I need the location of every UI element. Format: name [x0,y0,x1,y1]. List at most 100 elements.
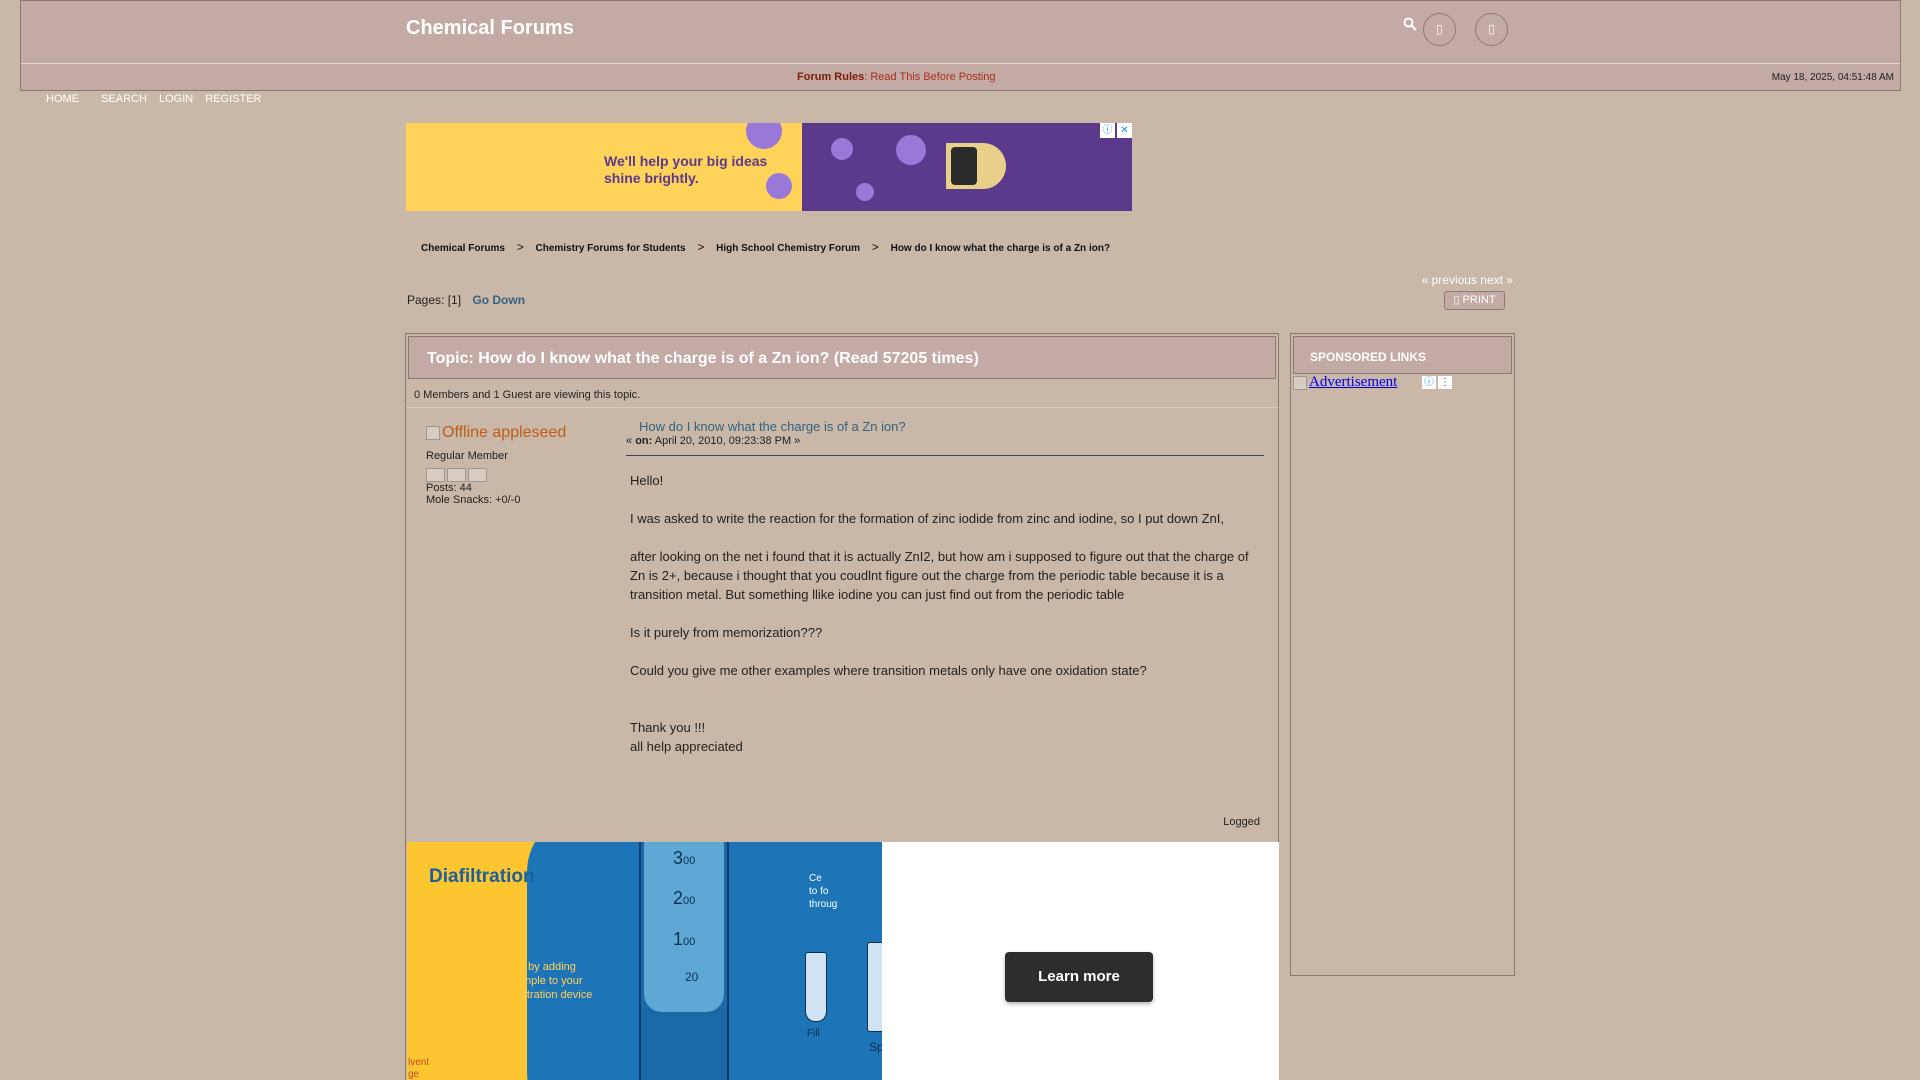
forum-rules-label[interactable]: Forum Rules [797,71,864,83]
breadcrumb-separator: > [516,240,524,254]
search-icon[interactable] [1403,17,1417,31]
ad-banner-text[interactable]: We'll help your big ideas shine brightly… [604,153,794,187]
poster-role: Regular Member [426,450,508,462]
sponsored-header-label: SPONSORED LINKS [1310,350,1427,364]
post-paragraph: Hello! [630,473,664,488]
sponsored-sidebar: SPONSORED LINKS Advertisement ⓘ ⋮ [1290,333,1515,976]
scale-label: 100 [673,929,695,950]
poster-posts: Posts: 44 [426,482,472,494]
forum-rules[interactable]: Forum Rules: Read This Before Posting [797,71,996,83]
poster-name-text[interactable]: Offline appleseed [442,424,566,442]
prev-next-links[interactable]: « previous next » [1422,273,1513,287]
post-meta-on: on: [635,435,653,447]
pagination: Pages: [1] Go Down [407,293,525,307]
post-paragraph: Is it purely from memorization??? [630,625,823,640]
breadcrumb-topic[interactable]: How do I know what the charge is of a Zn… [891,243,1110,254]
topic-panel: Topic: How do I know what the charge is … [405,333,1279,1080]
poster-info: Offline appleseed Regular Member Posts: … [426,424,566,506]
post-paragraph: after looking on the net i found that it… [630,549,1249,602]
post-rule [626,455,1264,456]
poster-name[interactable]: Offline appleseed [426,424,566,442]
ad-fill-label: Fill [807,1028,820,1039]
ad-graphic-sphere [831,138,853,160]
header-divider [21,63,1900,64]
sidebar-ad-link[interactable]: Advertisement [1293,374,1397,391]
post-body: Hello! I was asked to write the reaction… [630,471,1250,756]
scale-label: 20 [685,970,699,984]
star-icon [426,468,445,482]
nav-search[interactable]: SEARCH [101,93,147,105]
sidebar-ad-text[interactable]: Advertisement [1309,374,1397,391]
post-closing: all help appreciated [630,739,743,754]
site-header: Chemical Forums ▯ ▯ Forum Rules: Read Th… [20,0,1901,91]
post-paragraph: I was asked to write the reaction for th… [630,511,1224,526]
settings-icon[interactable]: ▯ [1475,13,1508,46]
ad-graphic-lamp-body [951,147,977,185]
breadcrumb-students[interactable]: Chemistry Forums for Students [536,243,686,254]
post-paragraph: Could you give me other examples where t… [630,663,1147,678]
scale-label-unit: 00 [683,936,696,948]
topic-title: Topic: How do I know what the charge is … [427,350,979,367]
ad-close-icon[interactable]: ✕ [1117,123,1132,138]
ad-sp-label: Sp [869,1040,882,1054]
post-meta-prefix: « [626,435,633,447]
ad-graphic-sphere [896,135,926,165]
viewing-info: 0 Members and 1 Guest are viewing this t… [414,389,641,401]
post-title[interactable]: How do I know what the charge is of a Zn… [639,419,906,434]
print-button-label: PRINT [1462,294,1496,306]
diafiltration-ad[interactable]: Diafiltration 300 200 100 20 t by adding… [407,842,1279,1080]
post-meta: « on: April 20, 2010, 09:23:38 PM » [626,435,800,447]
breadcrumb-separator: > [697,240,705,254]
ad-options-icon[interactable]: ⋮ [1438,376,1452,389]
star-icon [468,468,487,482]
topic-header: Topic: How do I know what the charge is … [408,336,1276,379]
nav-home[interactable]: HOME [46,93,79,105]
go-down-link[interactable]: Go Down [472,293,525,307]
ad-graphic-sphere [856,183,874,201]
rank-stars [426,468,566,482]
ad-banner[interactable]: We'll help your big ideas shine brightly… [406,123,1132,211]
post-divider [406,407,1278,408]
breadcrumb: Chemical Forums > Chemistry Forums for S… [421,240,1110,254]
post-date: April 20, 2010, 09:23:38 PM » [654,435,801,447]
nav-register[interactable]: REGISTER [205,93,261,105]
scale-label-value: 1 [673,929,684,949]
ad-tube-small [805,952,827,1022]
breadcrumb-separator: > [871,240,879,254]
nav-login[interactable]: LOGIN [159,93,193,105]
print-button[interactable]: ▯ PRINT [1444,291,1505,310]
ad-side-text: t by adding mple to your iltration devic… [522,961,593,1001]
star-icon [447,468,466,482]
ad-solvent-text: lvent ge [408,1057,430,1080]
breadcrumb-home[interactable]: Chemical Forums [421,243,505,254]
pages-value[interactable]: [1] [448,293,461,307]
ad-center-text: Ce to fo throug [809,873,838,910]
diafiltration-title: Diafiltration [429,866,535,887]
top-nav: HOME SEARCH LOGIN REGISTER [46,93,271,105]
scale-label-unit: 00 [683,855,696,867]
scale-label-value: 3 [673,848,684,868]
sponsored-ad-slot[interactable] [1293,374,1512,974]
scale-label: 200 [673,888,695,909]
forum-rules-text[interactable]: : Read This Before Posting [864,71,995,83]
ad-graphic-sphere [746,123,782,149]
scale-label: 300 [673,848,695,869]
ad-tube-small [867,942,882,1032]
scale-label-unit: 00 [683,895,696,907]
ad-info-icon[interactable]: ⓘ [1422,376,1436,389]
logged-label: Logged [1223,816,1260,828]
learn-more-button[interactable]: Learn more [1005,952,1153,1002]
post-closing: Thank you !!! [630,720,706,735]
poster-snacks: Mole Snacks: +0/-0 [426,494,521,506]
current-datetime: May 18, 2025, 04:51:48 AM [1771,72,1894,83]
offline-status-icon [426,426,440,440]
diafiltration-ad-image: Diafiltration 300 200 100 20 t by adding… [407,842,882,1080]
pages-label: Pages: [407,293,445,307]
user-icon[interactable]: ▯ [1423,13,1456,46]
breadcrumb-highschool[interactable]: High School Chemistry Forum [716,243,860,254]
broken-image-icon [1293,375,1307,390]
site-title[interactable]: Chemical Forums [406,17,574,40]
sponsored-header: SPONSORED LINKS [1293,336,1512,374]
ad-info-icon[interactable]: ⓘ [1100,123,1115,138]
scale-label-value: 2 [673,888,684,908]
